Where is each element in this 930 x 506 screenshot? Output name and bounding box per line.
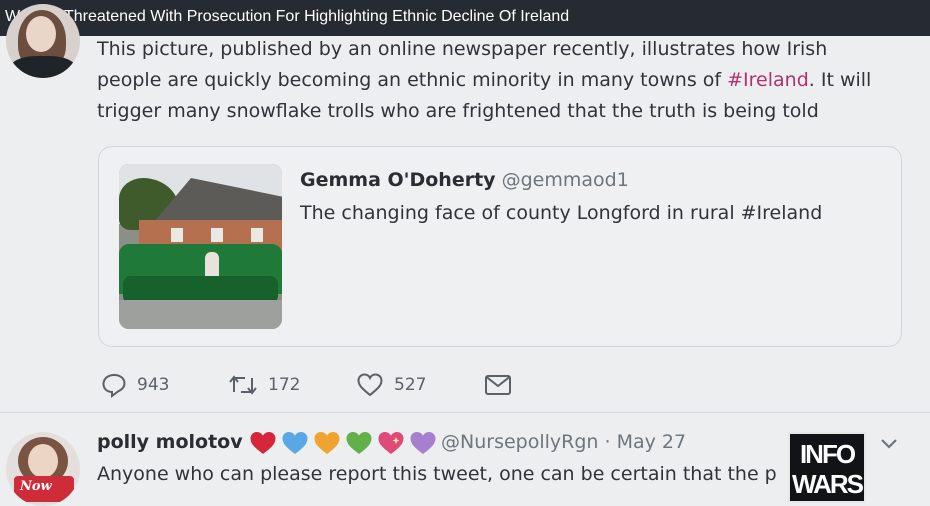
video-headline: Woman Threatened With Prosecution For Hi… xyxy=(5,8,570,25)
logo-text-line: INFO xyxy=(799,439,856,469)
quoted-tweet-card[interactable]: Gemma O'Doherty @gemmaod1 The changing f… xyxy=(98,146,902,347)
envelope-icon xyxy=(485,375,511,395)
video-title-bar: Woman Threatened With Prosecution For Hi… xyxy=(0,0,930,36)
quoted-tweet-author[interactable]: Gemma O'Doherty @gemmaod1 xyxy=(300,169,629,191)
retweet-button[interactable]: 172 xyxy=(228,371,300,399)
yellow-heart-icon xyxy=(314,432,340,454)
reply-tweet-header: polly molotov @NursepollyRgn · May 27 xyxy=(97,429,897,459)
tweet-text: This picture, published by an online new… xyxy=(97,34,907,127)
name-emoji-hearts xyxy=(249,430,441,458)
quoted-tweet-photo[interactable] xyxy=(119,164,282,329)
green-heart-icon xyxy=(346,432,372,454)
like-count: 527 xyxy=(394,375,427,395)
direct-message-button[interactable] xyxy=(484,371,512,399)
quoted-author-handle[interactable]: @gemmaod1 xyxy=(502,169,629,191)
tweet-author-avatar[interactable] xyxy=(6,4,80,78)
retweet-count: 172 xyxy=(268,375,301,395)
red-heart-icon xyxy=(250,432,276,454)
purple-heart-icon xyxy=(410,432,436,454)
quoted-author-name[interactable]: Gemma O'Doherty xyxy=(300,169,496,191)
heart-outline-icon xyxy=(357,373,383,397)
chevron-down-icon[interactable] xyxy=(877,431,901,455)
reply-tweet-text: Anyone who can please report this tweet,… xyxy=(97,463,777,485)
tweet-divider xyxy=(0,412,930,413)
infowars-logo: INFO WARS xyxy=(788,432,866,503)
sparkling-heart-icon xyxy=(378,432,404,454)
reply-handle-and-date[interactable]: @NursepollyRgn · May 27 xyxy=(441,431,686,453)
reply-author-avatar[interactable]: Now xyxy=(6,432,80,506)
tweet-actions: 943 172 527 xyxy=(101,371,521,399)
reply-icon xyxy=(102,373,126,398)
like-button[interactable]: 527 xyxy=(356,371,426,399)
tweet-text-line: trigger many snowflake trolls who are fr… xyxy=(97,100,819,122)
logo-text-line: WARS xyxy=(792,469,864,499)
hashtag-link[interactable]: #Ireland xyxy=(727,69,809,91)
reply-button[interactable]: 943 xyxy=(101,371,169,399)
reply-author-name[interactable]: polly molotov xyxy=(97,431,243,453)
blue-heart-icon xyxy=(282,432,308,454)
quoted-tweet-text: The changing face of county Longford in … xyxy=(300,202,823,224)
reply-count: 943 xyxy=(137,375,170,395)
retweet-icon xyxy=(229,375,257,395)
tweet-text-line: This picture, published by an online new… xyxy=(97,38,828,60)
tweet-text-line: people are quickly becoming an ethnic mi… xyxy=(97,69,872,91)
